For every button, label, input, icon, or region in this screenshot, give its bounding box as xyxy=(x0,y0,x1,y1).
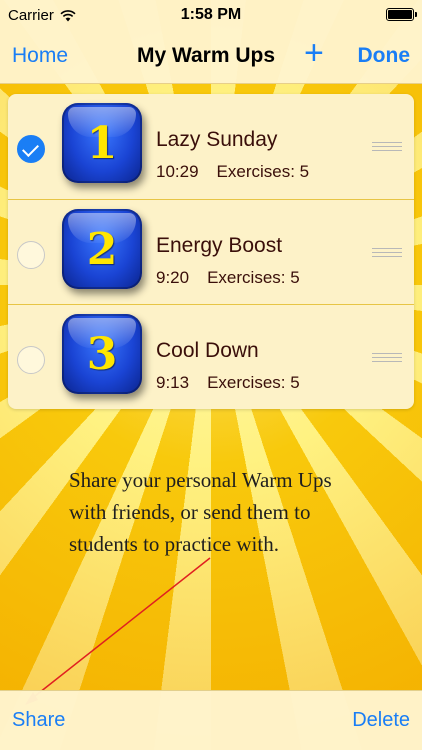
navigation-bar: Home My Warm Ups + Done xyxy=(0,30,422,84)
warmup-duration: 9:20 xyxy=(156,268,190,287)
warmup-meta: 10:29 Exercises: 5 xyxy=(156,162,309,182)
warmup-number-badge: 3 xyxy=(62,314,142,394)
page-title-text: My Warm Ups xyxy=(136,44,276,67)
status-bar: Carrier 1:58 PM xyxy=(0,0,422,30)
caption-line: students to practice with. xyxy=(69,532,279,556)
add-warmup-button[interactable]: + xyxy=(304,36,324,70)
drag-handle-icon[interactable] xyxy=(372,353,402,362)
selection-circle-icon[interactable] xyxy=(17,241,45,269)
battery-icon xyxy=(386,8,417,21)
warmup-duration: 10:29 xyxy=(156,162,199,181)
warmup-name: Energy Boost xyxy=(156,234,283,257)
status-time: 1:58 PM xyxy=(180,6,242,23)
done-button[interactable]: Done xyxy=(358,44,411,68)
badge-number: 1 xyxy=(86,117,118,169)
warmup-row-2[interactable]: 2 Energy Boost 9:20 Exercises: 5 xyxy=(8,199,414,304)
warmup-row-3[interactable]: 3 Cool Down 9:13 Exercises: 5 xyxy=(8,304,414,409)
drag-handle-icon[interactable] xyxy=(372,248,402,257)
caption-line: with friends, or send them to xyxy=(69,500,311,524)
warmup-number-badge: 2 xyxy=(62,209,142,289)
warmup-meta: 9:13 Exercises: 5 xyxy=(156,373,300,393)
warmup-exercise-count: Exercises: 5 xyxy=(216,162,310,181)
warmup-list: 1 Lazy Sunday 10:29 Exercises: 5 2 Energ… xyxy=(8,94,414,409)
warmup-exercise-count: Exercises: 5 xyxy=(207,373,300,392)
caption-line: Share your personal Warm Ups xyxy=(69,468,332,492)
warmup-name: Lazy Sunday xyxy=(156,128,278,151)
badge-number: 3 xyxy=(86,328,118,380)
badge-number: 2 xyxy=(86,223,118,275)
drag-handle-icon[interactable] xyxy=(372,142,402,151)
warmup-name: Cool Down xyxy=(156,339,259,362)
warmup-number-badge: 1 xyxy=(62,103,142,183)
share-button[interactable]: Share xyxy=(12,709,65,732)
bottom-toolbar: Share Delete xyxy=(0,690,422,750)
selection-circle-icon[interactable] xyxy=(17,346,45,374)
checkmark-icon[interactable] xyxy=(17,135,45,163)
warmup-row-1[interactable]: 1 Lazy Sunday 10:29 Exercises: 5 xyxy=(8,94,414,199)
share-hint-caption: Share your personal Warm Ups with friend… xyxy=(69,464,389,560)
delete-button[interactable]: Delete xyxy=(352,709,410,732)
warmup-duration: 9:13 xyxy=(156,373,190,392)
warmup-exercise-count: Exercises: 5 xyxy=(207,268,300,287)
warmup-meta: 9:20 Exercises: 5 xyxy=(156,268,300,288)
